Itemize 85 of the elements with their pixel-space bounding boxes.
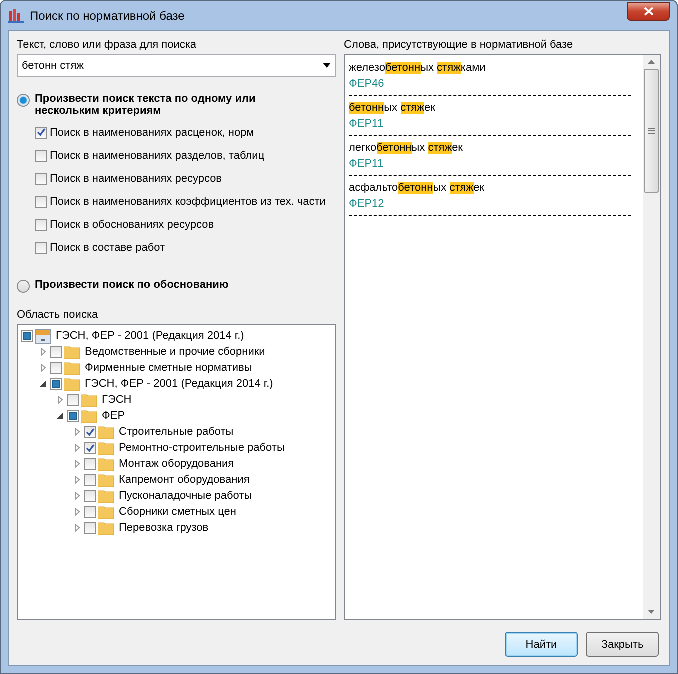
radio-label[interactable]: Произвести поиск по обоснованию [35, 279, 229, 291]
folder-icon [98, 441, 114, 455]
expand-icon[interactable] [40, 348, 46, 356]
app-icon [8, 8, 24, 24]
checkbox[interactable] [84, 522, 96, 534]
tree-item[interactable]: Сборники сметных цен [119, 506, 236, 518]
tree-item[interactable]: ГЭСН [102, 394, 132, 406]
result-word[interactable]: асфальтобетонных стяжек [349, 178, 641, 198]
folder-icon [98, 473, 114, 487]
checkbox[interactable] [84, 442, 96, 454]
window-title: Поиск по нормативной базе [30, 8, 186, 22]
result-source: ФЕР11 [349, 118, 631, 136]
checkbox-label[interactable]: Поиск в наименованиях ресурсов [50, 172, 222, 184]
tree-item[interactable]: ГЭСН, ФЕР - 2001 (Редакция 2014 г.) [85, 378, 274, 390]
collapse-icon[interactable] [40, 381, 46, 387]
field-label: Текст, слово или фраза для поиска [17, 39, 198, 51]
folder-icon [98, 489, 114, 503]
folder-icon [64, 377, 80, 391]
tree-item[interactable]: ФЕР [102, 410, 126, 422]
collapse-icon[interactable] [57, 413, 63, 419]
checkbox[interactable] [35, 150, 47, 162]
folder-icon [98, 521, 114, 535]
expand-icon[interactable] [40, 364, 46, 372]
expand-icon[interactable] [74, 508, 80, 516]
folder-icon [98, 505, 114, 519]
expand-icon[interactable] [74, 492, 80, 500]
checkbox[interactable] [67, 394, 79, 406]
result-word[interactable]: железобетонных стяжками [349, 58, 641, 78]
close-icon [644, 7, 654, 16]
tree-item[interactable]: Монтаж оборудования [119, 458, 234, 470]
expand-icon[interactable] [74, 524, 80, 532]
result-word[interactable]: легкобетонных стяжек [349, 138, 641, 158]
checkbox[interactable] [84, 458, 96, 470]
folder-icon [64, 345, 80, 359]
checkbox[interactable] [35, 196, 47, 208]
checkbox[interactable] [84, 506, 96, 518]
dialog-button[interactable]: Найти [505, 632, 578, 657]
tree-item[interactable]: Перевозка грузов [119, 522, 209, 534]
folder-icon [98, 457, 114, 471]
checkbox-label[interactable]: Поиск в обоснованиях ресурсов [50, 218, 214, 230]
expand-icon[interactable] [74, 444, 80, 452]
checkbox[interactable] [35, 172, 47, 184]
tree-item[interactable]: Пусконаладочные работы [119, 490, 252, 502]
tree-item[interactable]: Ремонтно-строительные работы [119, 442, 285, 454]
tree-item[interactable]: Капремонт оборудования [119, 474, 250, 486]
radio-button[interactable] [17, 280, 30, 293]
list-label: Слова, присутствующие в нормативной базе [344, 39, 574, 51]
folder-icon [81, 393, 97, 407]
folder-icon [64, 361, 80, 375]
search-combobox[interactable]: бетонн стяж [17, 54, 336, 77]
checkbox[interactable] [50, 346, 62, 358]
folder-icon [81, 409, 97, 423]
result-source: ФЕР11 [349, 158, 631, 176]
checkbox[interactable] [35, 126, 47, 138]
result-source: ФЕР12 [349, 198, 631, 216]
radio-button[interactable] [17, 94, 30, 107]
checkbox[interactable] [84, 426, 96, 438]
database-icon [35, 328, 51, 344]
checkbox[interactable] [35, 218, 47, 230]
tree-item[interactable]: Фирменные сметные нормативы [85, 362, 252, 374]
scroll-thumb[interactable] [644, 69, 659, 193]
tree-item[interactable]: Ведомственные и прочие сборники [85, 346, 266, 358]
checkbox[interactable] [50, 362, 62, 374]
scrollbar[interactable] [643, 55, 660, 619]
expand-icon[interactable] [74, 428, 80, 436]
section-label: Область поиска [17, 309, 100, 321]
grip-icon [648, 128, 655, 134]
tree-item[interactable]: ГЭСН, ФЕР - 2001 (Редакция 2014 г.) [56, 330, 244, 342]
checkbox[interactable] [84, 490, 96, 502]
checkbox-label[interactable]: Поиск в наименованиях коэффициентов из тех. части [50, 196, 326, 208]
expand-icon[interactable] [74, 460, 80, 468]
result-source: ФЕР46 [349, 78, 631, 96]
checkbox-label[interactable]: Поиск в составе работ [50, 242, 166, 254]
checkbox[interactable] [35, 242, 47, 254]
expand-icon[interactable] [74, 476, 80, 484]
checkbox[interactable] [84, 474, 96, 486]
dropdown-icon[interactable] [323, 63, 331, 68]
radio-label[interactable]: Произвести поиск текста по одному или нескольким критериям [35, 93, 275, 117]
checkbox-label[interactable]: Поиск в наименованиях разделов, таблиц [50, 150, 265, 162]
checkbox-label[interactable]: Поиск в наименованиях расценок, норм [50, 126, 254, 138]
tree-item[interactable]: Строительные работы [119, 426, 234, 438]
dialog-button[interactable]: Закрыть [586, 632, 659, 657]
close-button[interactable] [627, 2, 670, 21]
expand-icon[interactable] [58, 396, 62, 404]
folder-icon [98, 425, 114, 439]
